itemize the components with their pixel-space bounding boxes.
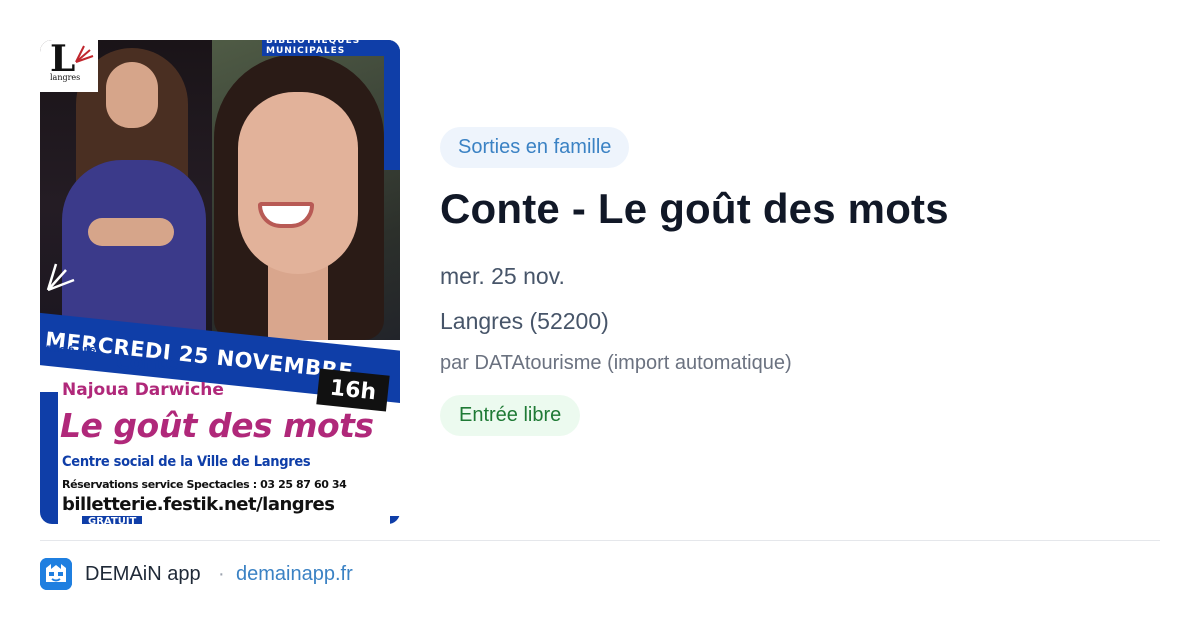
poster-blue-bar: [384, 40, 400, 170]
demain-app-icon[interactable]: [40, 558, 72, 590]
poster-title: Le goût des mots: [60, 406, 374, 445]
app-name: DEMAiN app: [85, 563, 201, 585]
poster-figure-left-face: [106, 62, 158, 128]
poster-artist: Najoua Darwiche: [62, 380, 224, 400]
poster-figure-right-neck: [268, 266, 328, 340]
footer-divider: [40, 540, 1160, 541]
poster-time: 16h: [328, 375, 378, 405]
app-domain-link[interactable]: demainapp.fr: [236, 563, 353, 586]
category-badge[interactable]: Sorties en famille: [440, 127, 630, 168]
app-logo-icon: [40, 558, 72, 590]
logo-rays-icon: [75, 45, 94, 63]
logo-town: langres: [50, 73, 81, 82]
poster-blue-bar-bottom: [40, 392, 58, 524]
poster-venue: Centre social de la Ville de Langres: [62, 454, 311, 470]
poster-stripes-icon: [46, 263, 75, 292]
poster-figure-left-hands: [88, 218, 174, 246]
poster-age: Dès 6 ans: [46, 345, 96, 355]
poster-ticket-url: billetterie.festik.net/langres: [62, 494, 335, 515]
poster-top-strip: BIBLIOTHÈQUES MUNICIPALES: [262, 40, 400, 56]
poster-figure-left-body: [62, 160, 206, 340]
price-badge: Entrée libre: [440, 395, 581, 436]
poster-blue-corner: [390, 516, 400, 524]
poster-genre: Conte: [116, 352, 179, 374]
event-location: Langres (52200): [440, 308, 609, 334]
event-poster-image[interactable]: BIBLIOTHÈQUES MUNICIPALES L langres MERC…: [40, 40, 400, 524]
langres-logo: L langres: [40, 40, 98, 92]
event-source: par DATAtourisme (import automatique): [440, 352, 792, 374]
poster-figure-right-face: [238, 92, 358, 274]
event-date: mer. 25 nov.: [440, 263, 565, 289]
footer-separator: ·: [218, 563, 225, 585]
poster-reservations: Réservations service Spectacles : 03 25 …: [62, 478, 347, 491]
poster-free-label: GRATUIT: [82, 516, 143, 524]
event-title[interactable]: Conte - Le goût des mots: [440, 185, 949, 233]
